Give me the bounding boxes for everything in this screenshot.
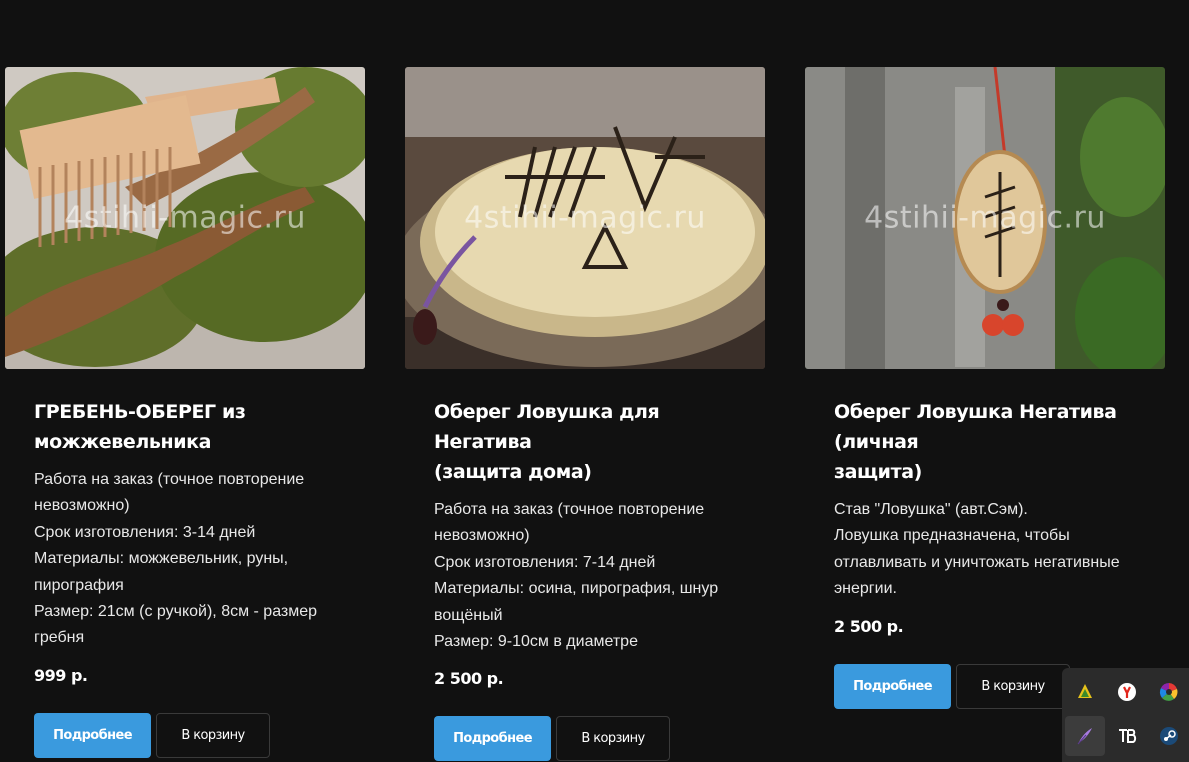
feather-pen-icon[interactable] xyxy=(1065,716,1105,756)
product-card: 4stihii-magic.ru Оберег Ловушка Негатива… xyxy=(805,67,1165,709)
product-price: 999 р. xyxy=(34,665,88,685)
image-watermark: 4stihii-magic.ru xyxy=(464,200,706,236)
product-description: Работа на заказ (точное повторение невоз… xyxy=(34,471,318,647)
steam-icon[interactable] xyxy=(1149,716,1189,756)
add-to-cart-button[interactable]: В корзину xyxy=(156,712,270,758)
product-description: Работа на заказ (точное повторение невоз… xyxy=(434,501,719,651)
details-button[interactable]: Подробнее xyxy=(434,716,551,762)
product-card: 4stihii-magic.ru ГРЕБЕНЬ-ОБЕРЕГ из можже… xyxy=(5,67,365,758)
yandex-browser-icon[interactable] xyxy=(1107,672,1147,712)
image-watermark: 4stihii-magic.ru xyxy=(64,200,306,236)
image-watermark: 4stihii-magic.ru xyxy=(864,200,1106,236)
product-price: 2 500 р. xyxy=(434,669,504,689)
color-wheel-icon[interactable] xyxy=(1149,672,1189,712)
tb-app-icon[interactable] xyxy=(1107,716,1147,756)
add-to-cart-button[interactable]: В корзину xyxy=(556,716,670,762)
product-description: Став "Ловушка" (авт.Сэм). Ловушка предна… xyxy=(834,501,1120,598)
product-title[interactable]: ГРЕБЕНЬ-ОБЕРЕГ из можжевельника xyxy=(34,397,336,457)
product-image-comb[interactable]: 4stihii-magic.ru xyxy=(5,67,365,369)
product-image-amulet-personal[interactable]: 4stihii-magic.ru xyxy=(805,67,1165,369)
tree-app-icon[interactable] xyxy=(1065,672,1105,712)
add-to-cart-button[interactable]: В корзину xyxy=(956,663,1070,709)
details-button[interactable]: Подробнее xyxy=(34,712,151,758)
product-card: 4stihii-magic.ru Оберег Ловушка для Нега… xyxy=(405,67,765,762)
product-image-amulet-home[interactable]: 4stihii-magic.ru xyxy=(405,67,765,369)
system-tray-overflow xyxy=(1062,668,1189,762)
product-title[interactable]: Оберег Ловушка для Негатива (защита дома… xyxy=(434,397,736,487)
product-title[interactable]: Оберег Ловушка Негатива (личная защита) xyxy=(834,397,1136,487)
product-price: 2 500 р. xyxy=(834,616,904,636)
details-button[interactable]: Подробнее xyxy=(834,663,951,709)
